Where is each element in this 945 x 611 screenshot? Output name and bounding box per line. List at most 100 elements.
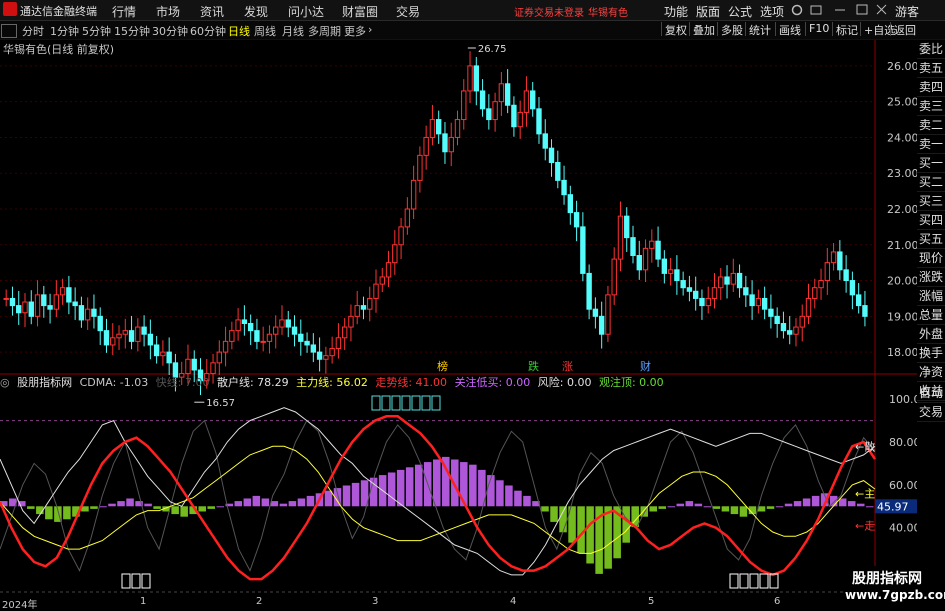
candle-body (3, 297, 9, 300)
indicator-right-label: ←主 (855, 487, 875, 500)
candle-body (247, 322, 254, 332)
period-fenshi[interactable]: 分时 (22, 23, 44, 39)
menu-hangqing[interactable]: 行情 (112, 3, 136, 20)
period-weekly[interactable]: 周线 (254, 23, 276, 39)
candle-body (47, 305, 53, 310)
login-notice[interactable]: 证券交易未登录 (514, 4, 584, 19)
candle-body (611, 258, 617, 296)
candle-body (755, 297, 762, 307)
side-item-2[interactable]: 卖四 (917, 78, 945, 97)
tool-biaoji[interactable]: 标记 (832, 22, 861, 37)
menu-caifuquan[interactable]: 财富圈 (342, 3, 378, 20)
candle-body (97, 315, 103, 332)
side-item-7[interactable]: 买二 (917, 173, 945, 192)
candle-body (555, 161, 561, 181)
indicator-tick-label: 100.0 (889, 393, 917, 406)
user-label[interactable]: 游客 (895, 3, 919, 20)
histogram-bar (469, 464, 477, 507)
panel-toggle-icon[interactable] (1, 24, 17, 38)
side-item-16[interactable]: 换手 (917, 344, 945, 363)
side-item-0[interactable]: 委比 (917, 40, 945, 59)
sysmenu-gongshi[interactable]: 公式 (728, 3, 752, 20)
tool-diejia[interactable]: 叠加 (689, 22, 718, 37)
side-trade-item-1[interactable]: 交易 (917, 403, 945, 422)
candle-body (479, 90, 486, 110)
event-marker: 涨 (562, 360, 573, 373)
tool-duogu[interactable]: 多股 (717, 22, 746, 37)
sysmenu-gongneng[interactable]: 功能 (664, 3, 688, 20)
indicator-header: ◎ 股朋指标网 CDMA: -1.03 快线: 7.00 散户线: 78.29 … (0, 374, 668, 389)
chevron-right-icon[interactable]: › (368, 23, 372, 36)
side-item-14[interactable]: 总量 (917, 306, 945, 325)
histogram-bar (288, 501, 297, 507)
side-item-12[interactable]: 涨跌 (917, 268, 945, 287)
histogram-bar (811, 495, 820, 507)
side-item-11[interactable]: 现价 (917, 249, 945, 268)
period-15min[interactable]: 15分钟 (114, 23, 150, 39)
field-cdma: CDMA: -1.03 (79, 376, 149, 389)
settings-icon[interactable] (791, 4, 803, 16)
indicator-name[interactable]: 股朋指标网 (17, 376, 72, 389)
price-tick-label: 18.00 (887, 346, 917, 359)
sysmenu-banmian[interactable]: 版面 (696, 3, 720, 20)
tool-fuquan[interactable]: 复权 (661, 22, 690, 37)
candle-body (718, 276, 724, 289)
side-item-6[interactable]: 买一 (917, 154, 945, 173)
maximize-icon[interactable] (856, 4, 868, 15)
tool-tongji[interactable]: 统计 (745, 22, 774, 37)
period-5min[interactable]: 5分钟 (82, 23, 111, 39)
side-item-5[interactable]: 卖一 (917, 135, 945, 154)
side-item-17[interactable]: 净资 (917, 363, 945, 382)
candle-body (649, 240, 655, 249)
sysmenu-xuanxiang[interactable]: 选项 (760, 3, 784, 20)
histogram-bar (838, 498, 847, 507)
side-item-13[interactable]: 涨幅 (917, 287, 945, 306)
quote-side-panel: 委比 卖五 卖四 卖三 卖二 卖一 买一 买二 买三 买四 买五 现价 涨跌 涨幅 总量 外盘 换手 净资 收益 (917, 40, 945, 401)
side-item-1[interactable]: 卖五 (917, 59, 945, 78)
side-item-10[interactable]: 买五 (917, 230, 945, 249)
menu-shichang[interactable]: 市场 (156, 3, 180, 20)
period-more[interactable]: 更多 (344, 23, 366, 39)
period-daily[interactable]: 日线 (228, 23, 250, 39)
close-icon[interactable] (876, 4, 887, 15)
period-1min[interactable]: 1分钟 (50, 23, 79, 39)
candle-body (241, 319, 248, 324)
histogram-bar (243, 498, 252, 507)
menu-zixun[interactable]: 资讯 (200, 3, 224, 20)
side-item-9[interactable]: 买四 (917, 211, 945, 230)
histogram-bar (342, 485, 351, 507)
side-item-15[interactable]: 外盘 (917, 325, 945, 344)
date-label: 3 (372, 596, 379, 607)
candle-body (624, 215, 630, 239)
histogram-bar (405, 467, 414, 507)
menu-wenxiaoda[interactable]: 问小达 (288, 3, 324, 20)
chart-area[interactable]: 26.00 25.00 24.00 23.00 22.00 21.00 20.00 19.00… (0, 40, 917, 596)
side-item-4[interactable]: 卖二 (917, 116, 945, 135)
histogram-bar (171, 506, 179, 515)
tool-fanhui[interactable]: 返回 (890, 22, 919, 37)
candle-body (736, 272, 743, 289)
candle-body (191, 358, 197, 371)
menu-jiaoyi[interactable]: 交易 (396, 3, 420, 20)
side-item-3[interactable]: 卖三 (917, 97, 945, 116)
menu-faxian[interactable]: 发现 (244, 3, 268, 20)
period-30min[interactable]: 30分钟 (152, 23, 188, 39)
period-60min[interactable]: 60分钟 (190, 23, 226, 39)
side-trade-item-0[interactable]: 自动 (917, 384, 945, 403)
period-monthly[interactable]: 月线 (282, 23, 304, 39)
period-multi[interactable]: 多周期 (308, 23, 341, 39)
candle-body (655, 240, 661, 260)
tool-huaxian[interactable]: 画线 (775, 22, 804, 37)
message-icon[interactable] (810, 5, 822, 15)
app-logo-icon (3, 2, 17, 16)
histogram-bar (559, 506, 567, 533)
histogram-bar (198, 506, 206, 512)
candle-body (498, 83, 505, 103)
side-item-8[interactable]: 买三 (917, 192, 945, 211)
indicator-settings-icon[interactable]: ◎ (0, 376, 10, 389)
histogram-bar (432, 459, 441, 507)
candle-body (335, 337, 342, 350)
candle-body (53, 294, 60, 310)
price-tick-label: 26.00 (887, 60, 917, 73)
tool-f10[interactable]: F10 (805, 22, 832, 36)
